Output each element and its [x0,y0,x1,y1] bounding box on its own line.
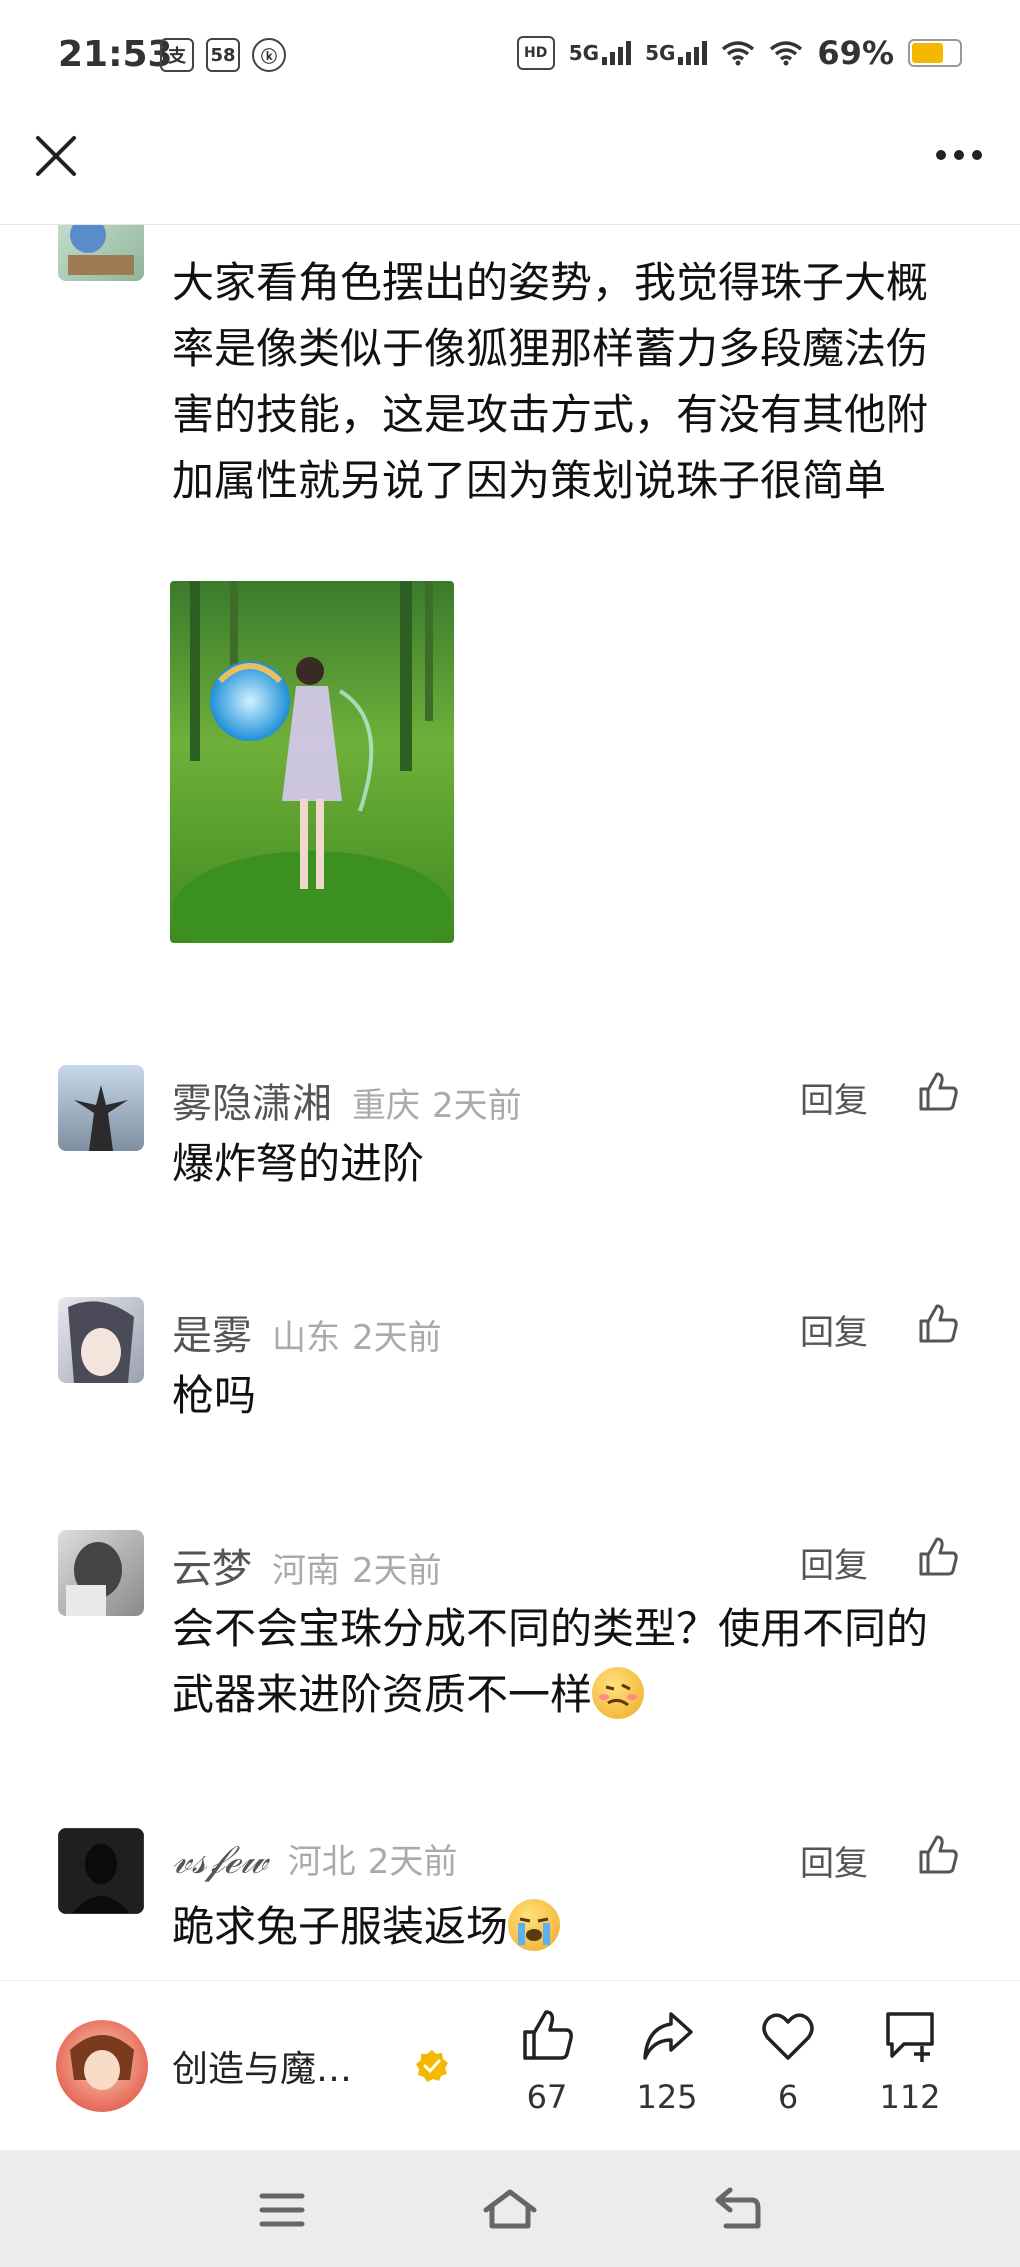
signal-icon-2: 5G [645,41,708,65]
woozy-face-emoji-icon [592,1667,645,1719]
comment-add-icon [886,2012,934,2062]
like-count: 67 [526,2078,568,2116]
k-notification-icon: ⓚ [252,38,286,72]
avatar[interactable] [58,1297,144,1383]
author-name[interactable]: 创造与魔… [172,2040,352,2092]
verified-badge-icon [416,2050,448,2082]
favorite-count: 6 [777,2078,799,2116]
more-options-icon[interactable] [936,150,982,160]
comment-text: 爆炸弩的进阶 [172,1139,425,1188]
location: 河北 [287,1842,356,1882]
avatar[interactable] [58,1065,144,1151]
timestamp: 2天前 [352,1551,442,1591]
avatar[interactable] [58,1828,144,1914]
comment-text: 大家看角色摆出的姿势，我觉得珠子大概率是像类似于像狐狸那样蓄力多段魔法伤害的技能… [172,258,929,505]
comment-image[interactable] [170,581,454,943]
comment-meta: 雾隐潇湘 重庆 2天前 [172,1071,522,1129]
wifi-icon [722,41,755,66]
heart-icon [762,2013,814,2060]
status-right-group: HD 5G 5G 69% [516,34,962,72]
battery-icon [908,39,962,67]
comment-meta: 云梦 河南 2天前 [172,1536,442,1594]
comment-count: 112 [879,2078,941,2116]
like-icon[interactable] [915,1534,961,1580]
comment-list[interactable]: 大家看角色摆出的姿势，我觉得珠子大概率是像类似于像狐狸那样蓄力多段魔法伤害的技能… [0,225,1020,1980]
avatar[interactable] [58,225,144,281]
reply-button[interactable]: 回复 [800,1836,868,1885]
like-icon[interactable] [915,1301,961,1347]
location: 山东 [272,1318,340,1358]
signal-label-1: 5G [568,41,600,65]
like-action[interactable]: 67 [492,2006,602,2116]
comment-meta: 是雾 山东 2天前 [172,1303,442,1361]
share-arrow-icon [643,2012,693,2060]
author-avatar[interactable] [56,2020,148,2112]
thumbs-up-icon [523,2010,573,2060]
username[interactable]: 是雾 [172,1303,252,1361]
reply-button[interactable]: 回复 [800,1073,868,1122]
location: 河南 [272,1551,340,1591]
status-time: 21:53 [58,34,173,75]
battery-percent: 69% [817,34,894,72]
alipay-notification-icon: 支 [160,38,194,72]
username[interactable]: 𝓋𝓈𝒻ℯ𝓌 [172,1837,268,1883]
reply-button[interactable]: 回复 [800,1305,868,1354]
timestamp: 2天前 [367,1842,458,1882]
timestamp: 2天前 [352,1318,442,1358]
share-count: 125 [636,2078,698,2116]
timestamp: 2天前 [432,1086,522,1126]
menu-icon[interactable] [258,2190,306,2230]
location: 重庆 [352,1086,420,1126]
like-icon[interactable] [915,1069,961,1115]
avatar[interactable] [58,1530,144,1616]
share-action[interactable]: 125 [612,2006,722,2116]
home-icon[interactable] [482,2186,538,2230]
signal-label-2: 5G [645,41,676,65]
wifi-icon-2 [770,41,803,66]
signal-icon-1: 5G [568,41,632,65]
comment-text-body: 跪求兔子服装返场 [172,1902,509,1951]
back-icon[interactable] [712,2186,762,2232]
comment-text-body: 会不会宝珠分成不同的类型？使用不同的武器来进阶资质不一样 [172,1604,929,1719]
like-icon[interactable] [915,1832,961,1878]
comment-text: 会不会宝珠分成不同的类型？使用不同的武器来进阶资质不一样 [172,1596,932,1728]
crying-face-emoji-icon [508,1899,561,1951]
close-icon[interactable] [30,130,82,182]
username[interactable]: 雾隐潇湘 [172,1071,332,1129]
comment-text: 枪吗 [172,1371,257,1420]
reply-button[interactable]: 回复 [800,1538,868,1587]
favorite-action[interactable]: 6 [733,2006,843,2116]
comment-action[interactable]: 112 [855,2006,965,2116]
app58-notification-icon: 58 [206,38,240,72]
comment-text: 跪求兔子服装返场 [172,1894,932,1960]
username[interactable]: 云梦 [172,1536,252,1594]
comment-meta: 𝓋𝓈𝒻ℯ𝓌 河北 2天前 [172,1834,457,1883]
status-notification-icons: 支 58 ⓚ [160,38,286,72]
hd-icon: HD [516,36,555,70]
system-navigation-bar [0,2150,1020,2267]
